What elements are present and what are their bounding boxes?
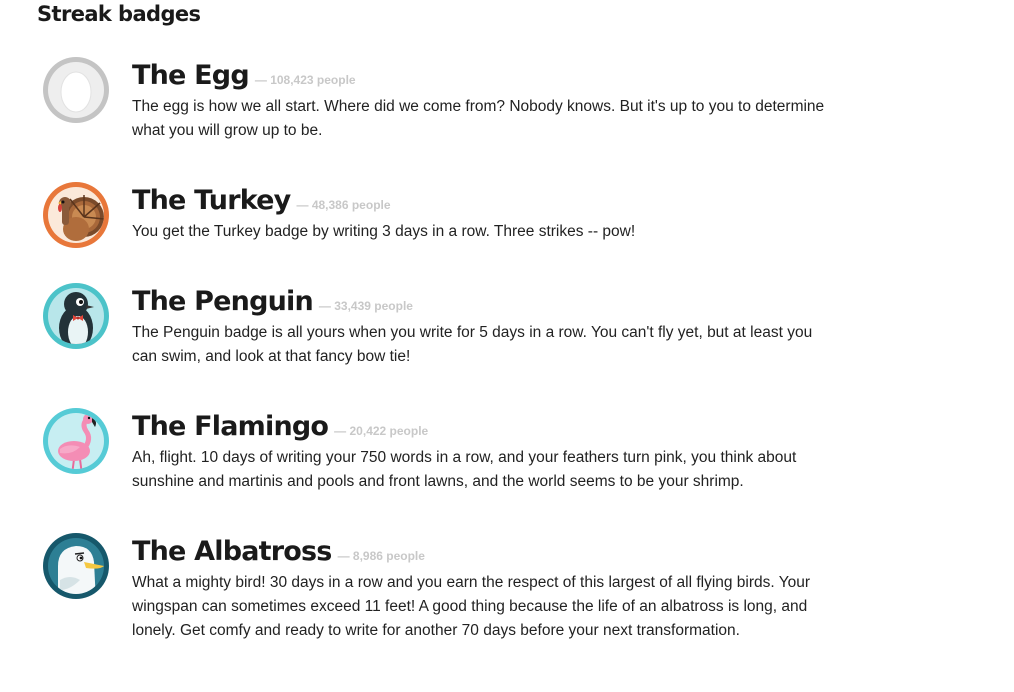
badge-name: The Penguin [132, 286, 314, 317]
badge-count: — 20,422 people [334, 424, 429, 438]
badge-count: — 8,986 people [337, 549, 425, 563]
badge-description: What a mighty bird! 30 days in a row and… [132, 574, 811, 639]
badge-name: The Turkey [132, 185, 291, 216]
badge-description: You get the Turkey badge by writing 3 da… [132, 223, 636, 240]
penguin-icon [40, 280, 112, 352]
flamingo-icon [40, 405, 112, 477]
badge-name: The Egg [132, 60, 250, 91]
albatross-icon [40, 530, 112, 602]
badge-albatross: The Albatross — 8,986 people What a might… [40, 530, 840, 680]
turkey-icon [40, 179, 112, 251]
badge-egg: The Egg — 108,423 people The egg is how w… [40, 54, 840, 154]
badge-count: — 48,386 people [296, 198, 391, 212]
badge-count: — 108,423 people [254, 73, 356, 87]
badge-description: Ah, flight. 10 days of writing your 750 … [132, 449, 797, 490]
section-title: Streak badges [37, 2, 201, 26]
badge-name: The Flamingo [132, 411, 329, 442]
badge-description: The Penguin badge is all yours when you … [132, 324, 813, 365]
badge-penguin: The Penguin — 33,439 people The Penguin b… [40, 280, 840, 380]
badge-description: The egg is how we all start. Where did w… [132, 98, 825, 139]
egg-icon [40, 54, 112, 126]
badge-count: — 33,439 people [318, 299, 413, 313]
badge-flamingo: The Flamingo — 20,422 people Ah, flight. … [40, 405, 840, 505]
badge-turkey: The Turkey — 48,386 people You get the Tu… [40, 179, 840, 259]
badge-name: The Albatross [132, 536, 332, 567]
